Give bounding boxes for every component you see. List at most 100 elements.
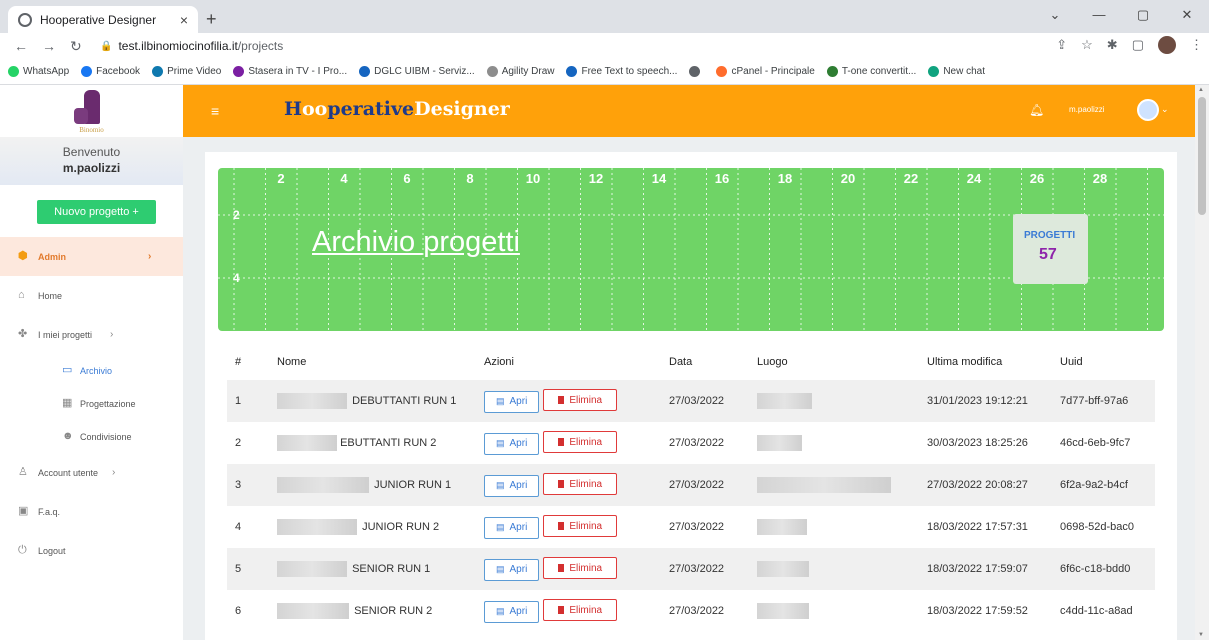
address-bar[interactable]: 🔒 test.ilbinomiocinofilia.it/projects xyxy=(100,36,1100,56)
sidebar-item-admin[interactable]: ⬢ Admin › xyxy=(0,237,183,276)
open-button[interactable]: ▤ Apri xyxy=(484,516,540,539)
open-button[interactable]: ▤ Apri xyxy=(484,390,540,413)
scrollbar-thumb[interactable] xyxy=(1198,97,1206,215)
blueprint-icon: ▦ xyxy=(62,397,73,409)
redacted-block xyxy=(277,603,349,619)
bookmarks-bar: WhatsApp Facebook Prime Video Stasera in TV… xyxy=(0,59,1209,85)
hamburger-icon[interactable]: ≡ xyxy=(211,103,219,119)
sidebar-item-progettazione[interactable]: ▦ Progettazione xyxy=(0,387,183,420)
table-row[interactable]: 4 JUNIOR RUN 2 ▤ Apri Elimina 27/03/2022 18/0… xyxy=(227,506,1155,548)
more-icon[interactable]: ⋮ xyxy=(1190,37,1203,53)
scroll-up-icon[interactable]: ▲ xyxy=(1198,87,1204,93)
forward-icon[interactable]: → xyxy=(42,38,56,55)
power-icon: ⏻ xyxy=(18,544,27,556)
bookmark-item[interactable]: cPanel - Principale xyxy=(716,66,815,77)
x-tick-label: 2 xyxy=(277,171,285,186)
brand-logo[interactable]: HooperativeDesigner xyxy=(284,98,510,120)
open-button[interactable]: ▤ Apri xyxy=(484,600,540,623)
delete-button[interactable]: Elimina xyxy=(543,557,618,580)
browser-toolbar: ← → ↻ 🔒 test.ilbinomiocinofilia.it/proje… xyxy=(0,33,1209,59)
delete-button[interactable]: Elimina xyxy=(543,389,618,412)
open-button[interactable]: ▤ Apri xyxy=(484,558,540,581)
row-actions: ▤ Apri Elimina xyxy=(484,548,669,590)
chevron-right-icon: › xyxy=(148,251,152,262)
row-uuid: 46cd-6eb-9fc7 xyxy=(1060,437,1131,449)
scroll-down-icon[interactable]: ▼ xyxy=(1198,632,1204,638)
page-title[interactable]: Archivio progetti xyxy=(312,226,520,259)
table-row[interactable]: 6 SENIOR RUN 2 ▤ Apri Elimina 27/03/2022 18/0… xyxy=(227,590,1155,632)
bookmark-item[interactable]: Free Text to speech... xyxy=(566,66,677,77)
row-actions: ▤ Apri Elimina xyxy=(484,380,669,422)
field-banner: Archivio progetti PROGETTI 57 2 4 6 8 10 12 14… xyxy=(218,168,1164,331)
delete-button[interactable]: Elimina xyxy=(543,431,618,454)
bookmark-item[interactable]: T-one convertit... xyxy=(826,66,917,77)
browser-tab[interactable]: Hooperative Designer × xyxy=(8,6,198,33)
close-window-icon[interactable]: ✕ xyxy=(1165,0,1209,33)
user-avatar[interactable] xyxy=(1137,99,1159,121)
back-icon[interactable]: ← xyxy=(14,38,28,55)
globe-icon xyxy=(18,12,32,27)
bookmark-item[interactable]: Stasera in TV - I Pro... xyxy=(233,66,347,77)
bookmark-item[interactable] xyxy=(689,66,704,77)
share-icon[interactable]: ⇪ xyxy=(1056,37,1067,53)
bookmark-item[interactable]: Facebook xyxy=(81,66,140,77)
trash-icon xyxy=(558,606,565,615)
redacted-block xyxy=(277,435,337,451)
trash-icon xyxy=(558,480,565,489)
bookmark-icon xyxy=(689,66,701,77)
bookmark-item[interactable]: Agility Draw xyxy=(486,66,554,77)
sidebar-item-account[interactable]: ♙ Account utente › xyxy=(0,453,183,492)
folder-icon: ▭ xyxy=(62,364,73,376)
table-row[interactable]: 3 JUNIOR RUN 1 ▤ Apri Elimina 27/03/2022 27/0… xyxy=(227,464,1155,506)
sidebar-item-my-projects[interactable]: ✤ I miei progetti › xyxy=(0,315,183,354)
header-username[interactable]: m.paolizzi xyxy=(1069,105,1105,114)
logo[interactable]: Binomio xyxy=(0,85,183,137)
row-number: 2 xyxy=(235,437,242,449)
projects-count-badge: PROGETTI 57 xyxy=(1013,214,1088,284)
sidebar-item-logout[interactable]: ⏻ Logout xyxy=(0,531,183,570)
profile-avatar[interactable] xyxy=(1158,36,1176,54)
close-tab-icon[interactable]: × xyxy=(180,12,188,28)
restore-icon[interactable]: ▢ xyxy=(1121,0,1165,33)
new-tab-button[interactable]: + xyxy=(206,9,217,30)
minimize-icon[interactable]: — xyxy=(1077,0,1121,33)
table-row[interactable]: 2 EBUTTANTI RUN 2 ▤ Apri Elimina 27/03/2022 3… xyxy=(227,422,1155,464)
reload-icon[interactable]: ↻ xyxy=(70,38,82,55)
table-row[interactable]: 5 SENIOR RUN 1 ▤ Apri Elimina 27/03/2022 18/0… xyxy=(227,548,1155,590)
open-button[interactable]: ▤ Apri xyxy=(484,474,540,497)
new-project-button[interactable]: Nuovo progetto + xyxy=(37,200,156,224)
welcome-text: Benvenuto xyxy=(62,145,121,159)
extensions-icon[interactable]: ✱ xyxy=(1107,37,1118,53)
sidebar-item-faq[interactable]: ▣ F.a.q. xyxy=(0,492,183,531)
bell-icon[interactable]: 🔔︎ xyxy=(1029,103,1044,117)
bookmark-item[interactable]: Prime Video xyxy=(152,66,221,77)
sidebar-item-condivisione[interactable]: ☻ Condivisione xyxy=(0,420,183,453)
bookmark-item[interactable]: New chat xyxy=(928,66,985,77)
app: Binomio Benvenuto m.paolizzi Nuovo proge… xyxy=(0,85,1209,640)
delete-button[interactable]: Elimina xyxy=(543,473,618,496)
redacted-block xyxy=(277,477,369,493)
redacted-block xyxy=(757,435,802,451)
sidebar-item-archivio[interactable]: ▭ Archivio xyxy=(0,354,183,387)
page-scrollbar[interactable]: ▲ ▼ xyxy=(1195,85,1209,640)
row-date: 27/03/2022 xyxy=(669,437,725,449)
chevron-down-icon[interactable]: ⌄ xyxy=(1033,0,1077,33)
bookmark-item[interactable]: DGLC UIBM - Serviz... xyxy=(359,66,475,77)
row-uuid: c4dd-11c-a8ad xyxy=(1060,605,1133,617)
delete-button[interactable]: Elimina xyxy=(543,515,618,538)
document-icon: ▤ xyxy=(496,480,505,491)
table-row[interactable]: 1 DEBUTTANTI RUN 1 ▤ Apri Elimina 27/03/2022… xyxy=(227,380,1155,422)
document-icon: ▤ xyxy=(496,606,505,617)
redacted-block xyxy=(277,519,357,535)
delete-button[interactable]: Elimina xyxy=(543,599,618,622)
sidebar-item-home[interactable]: ⌂ Home xyxy=(0,276,183,315)
row-name: JUNIOR RUN 2 xyxy=(277,506,484,548)
star-icon[interactable]: ☆ xyxy=(1081,37,1093,53)
tab-title: Hooperative Designer xyxy=(40,12,157,27)
row-actions: ▤ Apri Elimina xyxy=(484,464,669,506)
bookmark-label: T-one convertit... xyxy=(841,66,917,77)
chevron-down-icon[interactable]: ⌄ xyxy=(1161,104,1169,115)
sidepanel-icon[interactable]: ▢ xyxy=(1132,37,1144,53)
open-button[interactable]: ▤ Apri xyxy=(484,432,540,455)
bookmark-item[interactable]: WhatsApp xyxy=(8,66,69,77)
